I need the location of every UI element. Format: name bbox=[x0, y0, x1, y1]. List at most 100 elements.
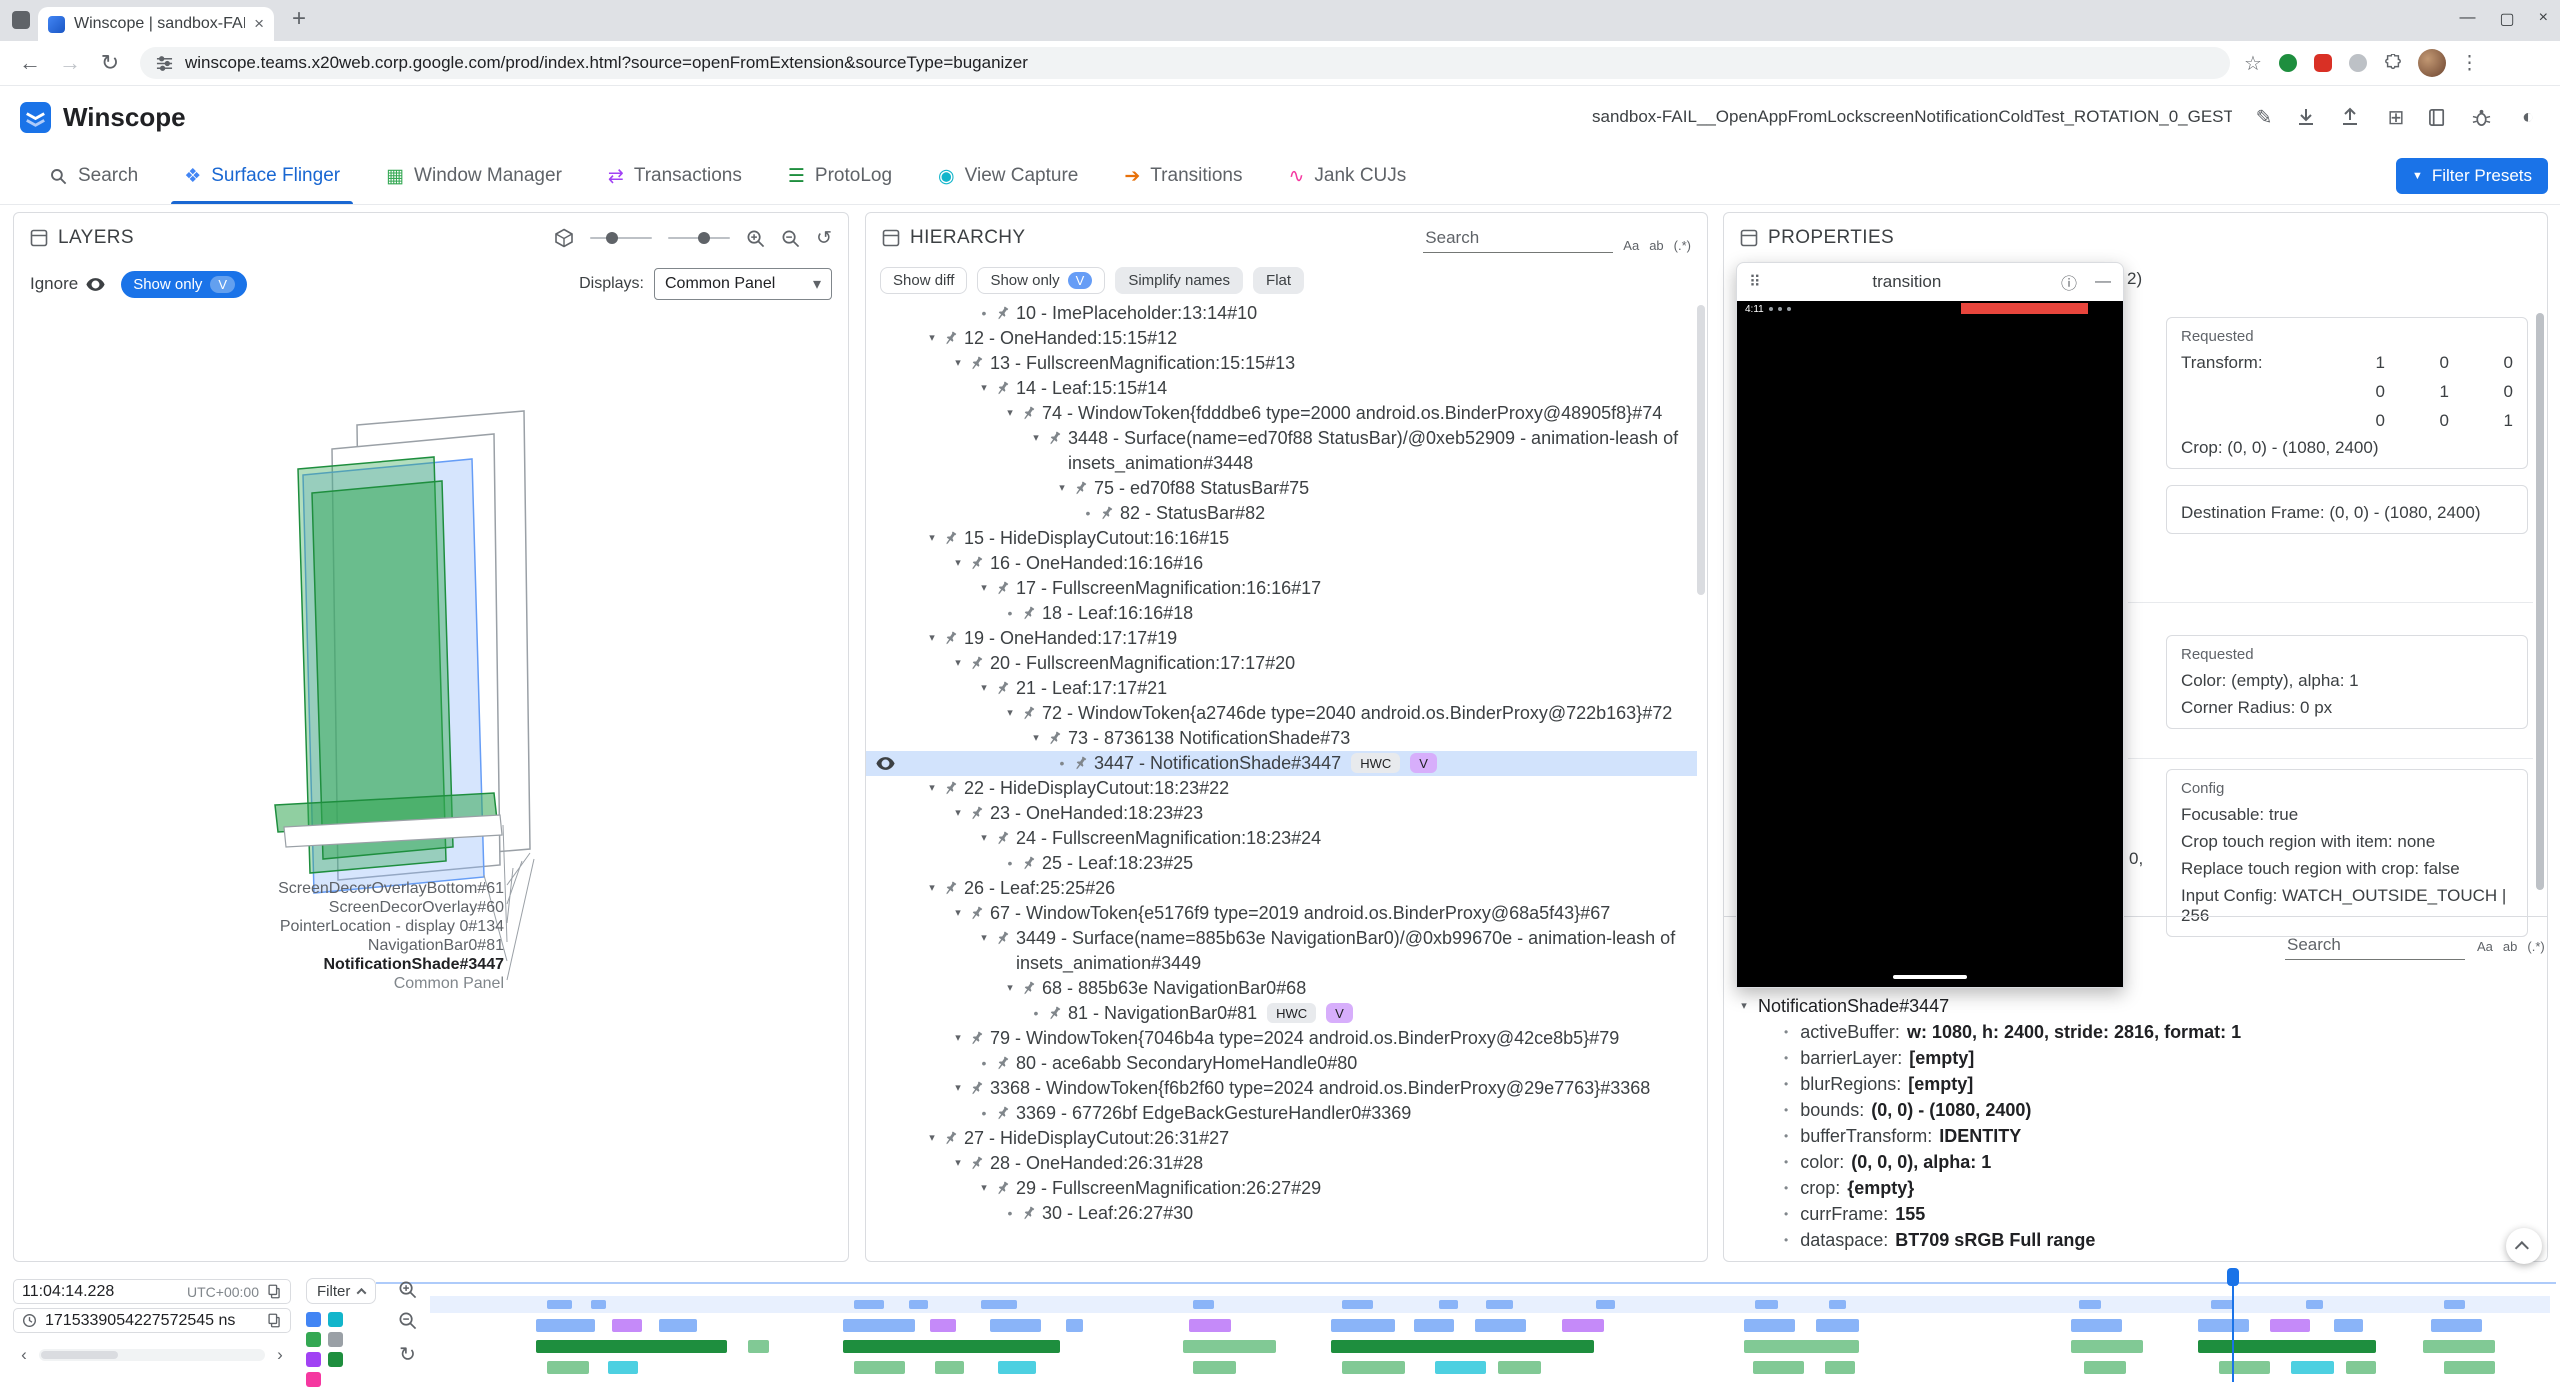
tree-row[interactable]: ▾28 - OneHanded:26:31#28 bbox=[866, 1151, 1697, 1176]
pin-icon[interactable] bbox=[994, 380, 1011, 397]
trace-event-bar[interactable] bbox=[536, 1340, 727, 1353]
layer-label[interactable]: ScreenDecorOverlay#60 bbox=[164, 898, 504, 917]
trace-event-bar[interactable] bbox=[2334, 1319, 2364, 1332]
tree-row[interactable]: ▾67 - WindowToken{e5176f9 type=2019 andr… bbox=[866, 901, 1697, 926]
trace-event-bar[interactable] bbox=[854, 1361, 905, 1374]
site-settings-icon[interactable] bbox=[156, 55, 173, 72]
tree-row[interactable]: •82 - StatusBar#82 bbox=[866, 501, 1697, 526]
trace-type-icon[interactable] bbox=[328, 1332, 343, 1347]
trace-event-bar[interactable] bbox=[1183, 1340, 1276, 1353]
overlay-header[interactable]: ⠿ transition ⓘ — bbox=[1737, 263, 2123, 301]
timeline-filter-button[interactable]: Filter bbox=[306, 1278, 376, 1304]
tree-row[interactable]: •25 - Leaf:18:23#25 bbox=[866, 851, 1697, 876]
pin-icon[interactable] bbox=[942, 880, 959, 897]
pin-icon[interactable] bbox=[994, 1180, 1011, 1197]
layer-label[interactable]: NavigationBar0#81 bbox=[164, 936, 504, 955]
layers-3d-view[interactable] bbox=[14, 213, 849, 1262]
trace-event-bar[interactable] bbox=[843, 1319, 915, 1332]
tab-protolog[interactable]: ☰ProtoLog bbox=[765, 148, 915, 204]
show-diff-button[interactable]: Show diff bbox=[880, 267, 967, 294]
profile-avatar[interactable] bbox=[2418, 49, 2446, 77]
trace-event-bar[interactable] bbox=[2198, 1340, 2376, 1353]
minimize-overlay-icon[interactable]: — bbox=[2095, 273, 2111, 291]
trace-event-bar[interactable] bbox=[2084, 1361, 2126, 1374]
trace-type-icon[interactable] bbox=[306, 1312, 321, 1327]
hierarchy-search-input[interactable] bbox=[1423, 224, 1613, 253]
tree-row[interactable]: ▾23 - OneHanded:18:23#23 bbox=[866, 801, 1697, 826]
expand-arrow-icon[interactable]: ▾ bbox=[1002, 701, 1018, 726]
maximize-icon[interactable]: ▢ bbox=[2500, 9, 2515, 29]
pin-icon[interactable] bbox=[968, 355, 985, 372]
property-row[interactable]: •bounds:(0, 0) - (1080, 2400) bbox=[1724, 1097, 2547, 1123]
pin-icon[interactable] bbox=[1072, 480, 1089, 497]
tab-transactions[interactable]: ⇄Transactions bbox=[585, 148, 765, 204]
trace-event-bar[interactable] bbox=[1744, 1340, 1858, 1353]
property-row[interactable]: •activeBuffer:w: 1080, h: 2400, stride: … bbox=[1724, 1019, 2547, 1045]
trace-event-bar[interactable] bbox=[2306, 1300, 2323, 1309]
pin-icon[interactable] bbox=[994, 580, 1011, 597]
expand-arrow-icon[interactable]: ▾ bbox=[976, 376, 992, 401]
trace-type-icon[interactable] bbox=[328, 1312, 343, 1327]
expand-arrow-icon[interactable]: ▾ bbox=[924, 1126, 940, 1151]
pin-icon[interactable] bbox=[1020, 405, 1037, 422]
tree-row[interactable]: ▾19 - OneHanded:17:17#19 bbox=[866, 626, 1697, 651]
trace-event-bar[interactable] bbox=[1829, 1300, 1846, 1309]
simplify-names-button[interactable]: Simplify names bbox=[1115, 267, 1243, 294]
trace-event-bar[interactable] bbox=[2444, 1300, 2465, 1309]
expand-arrow-icon[interactable]: ▾ bbox=[950, 651, 966, 676]
tree-row[interactable]: ▾17 - FullscreenMagnification:16:16#17 bbox=[866, 576, 1697, 601]
trace-event-bar[interactable] bbox=[1193, 1361, 1235, 1374]
scrollbar-thumb[interactable] bbox=[41, 1351, 118, 1359]
shortcuts-icon[interactable]: ⊞ bbox=[2384, 105, 2408, 130]
pin-icon[interactable] bbox=[968, 905, 985, 922]
trace-event-bar[interactable] bbox=[659, 1319, 697, 1332]
upload-icon[interactable] bbox=[2340, 107, 2364, 127]
expand-arrow-icon[interactable]: ▾ bbox=[950, 551, 966, 576]
tab-close-icon[interactable]: × bbox=[254, 14, 264, 34]
trace-event-bar[interactable] bbox=[1475, 1319, 1526, 1332]
scroll-left-icon[interactable]: ‹ bbox=[13, 1345, 35, 1365]
properties-search-input[interactable] bbox=[2285, 931, 2465, 960]
pin-icon[interactable] bbox=[942, 630, 959, 647]
tree-row[interactable]: ▾15 - HideDisplayCutout:16:16#15 bbox=[866, 526, 1697, 551]
trace-event-bar[interactable] bbox=[1816, 1319, 1858, 1332]
layer-label[interactable]: Common Panel bbox=[164, 974, 504, 993]
trace-event-bar[interactable] bbox=[536, 1319, 595, 1332]
download-icon[interactable] bbox=[2296, 107, 2320, 127]
regex-icon[interactable]: (.*) bbox=[2527, 939, 2544, 954]
property-row[interactable]: •bufferTransform:IDENTITY bbox=[1724, 1123, 2547, 1149]
expand-arrow-icon[interactable]: ▾ bbox=[950, 1151, 966, 1176]
extension-icon[interactable] bbox=[2349, 54, 2367, 72]
tree-row[interactable]: •18 - Leaf:16:16#18 bbox=[866, 601, 1697, 626]
show-only-button[interactable]: Show onlyV bbox=[977, 267, 1105, 294]
pin-icon[interactable] bbox=[1046, 430, 1063, 447]
layer-label[interactable]: ScreenDecorOverlayBottom#61 bbox=[164, 879, 504, 898]
expand-arrow-icon[interactable]: ▾ bbox=[950, 801, 966, 826]
tab-jank-cujs[interactable]: ∿Jank CUJs bbox=[1266, 148, 1430, 204]
hierarchy-scrollbar[interactable] bbox=[1697, 305, 1705, 595]
trace-event-bar[interactable] bbox=[1189, 1319, 1231, 1332]
layer-label[interactable]: NotificationShade#3447 bbox=[164, 955, 504, 974]
trace-event-bar[interactable] bbox=[998, 1361, 1036, 1374]
timeline-scrollbar[interactable]: ‹ › bbox=[13, 1342, 291, 1368]
trace-event-bar[interactable] bbox=[2071, 1340, 2143, 1353]
bookmark-star-icon[interactable]: ☆ bbox=[2244, 51, 2262, 76]
collapse-panel-icon[interactable] bbox=[882, 229, 900, 247]
match-case-icon[interactable]: Aa bbox=[2477, 939, 2493, 954]
tab-transitions[interactable]: ➔Transitions bbox=[1101, 148, 1265, 204]
tree-row[interactable]: •80 - ace6abb SecondaryHomeHandle0#80 bbox=[866, 1051, 1697, 1076]
expand-arrow-icon[interactable]: ▾ bbox=[1002, 401, 1018, 426]
tab-surface-flinger[interactable]: ❖Surface Flinger bbox=[161, 148, 363, 204]
trace-event-bar[interactable] bbox=[2444, 1361, 2495, 1374]
pin-icon[interactable] bbox=[994, 680, 1011, 697]
reload-icon[interactable]: ↻ bbox=[90, 50, 130, 76]
trace-event-bar[interactable] bbox=[1498, 1361, 1540, 1374]
regex-icon[interactable]: (.*) bbox=[1674, 238, 1691, 253]
tree-row[interactable]: ▾74 - WindowToken{fdddbe6 type=2000 andr… bbox=[866, 401, 1697, 426]
trace-event-bar[interactable] bbox=[1342, 1361, 1406, 1374]
property-row[interactable]: •currFrame:155 bbox=[1724, 1201, 2547, 1227]
browser-menu-icon[interactable]: ⋮ bbox=[2460, 52, 2479, 75]
tree-row[interactable]: ▾3448 - Surface(name=ed70f88 StatusBar)/… bbox=[866, 426, 1697, 476]
expand-arrow-icon[interactable]: ▾ bbox=[924, 876, 940, 901]
trace-event-bar[interactable] bbox=[1439, 1300, 1458, 1309]
